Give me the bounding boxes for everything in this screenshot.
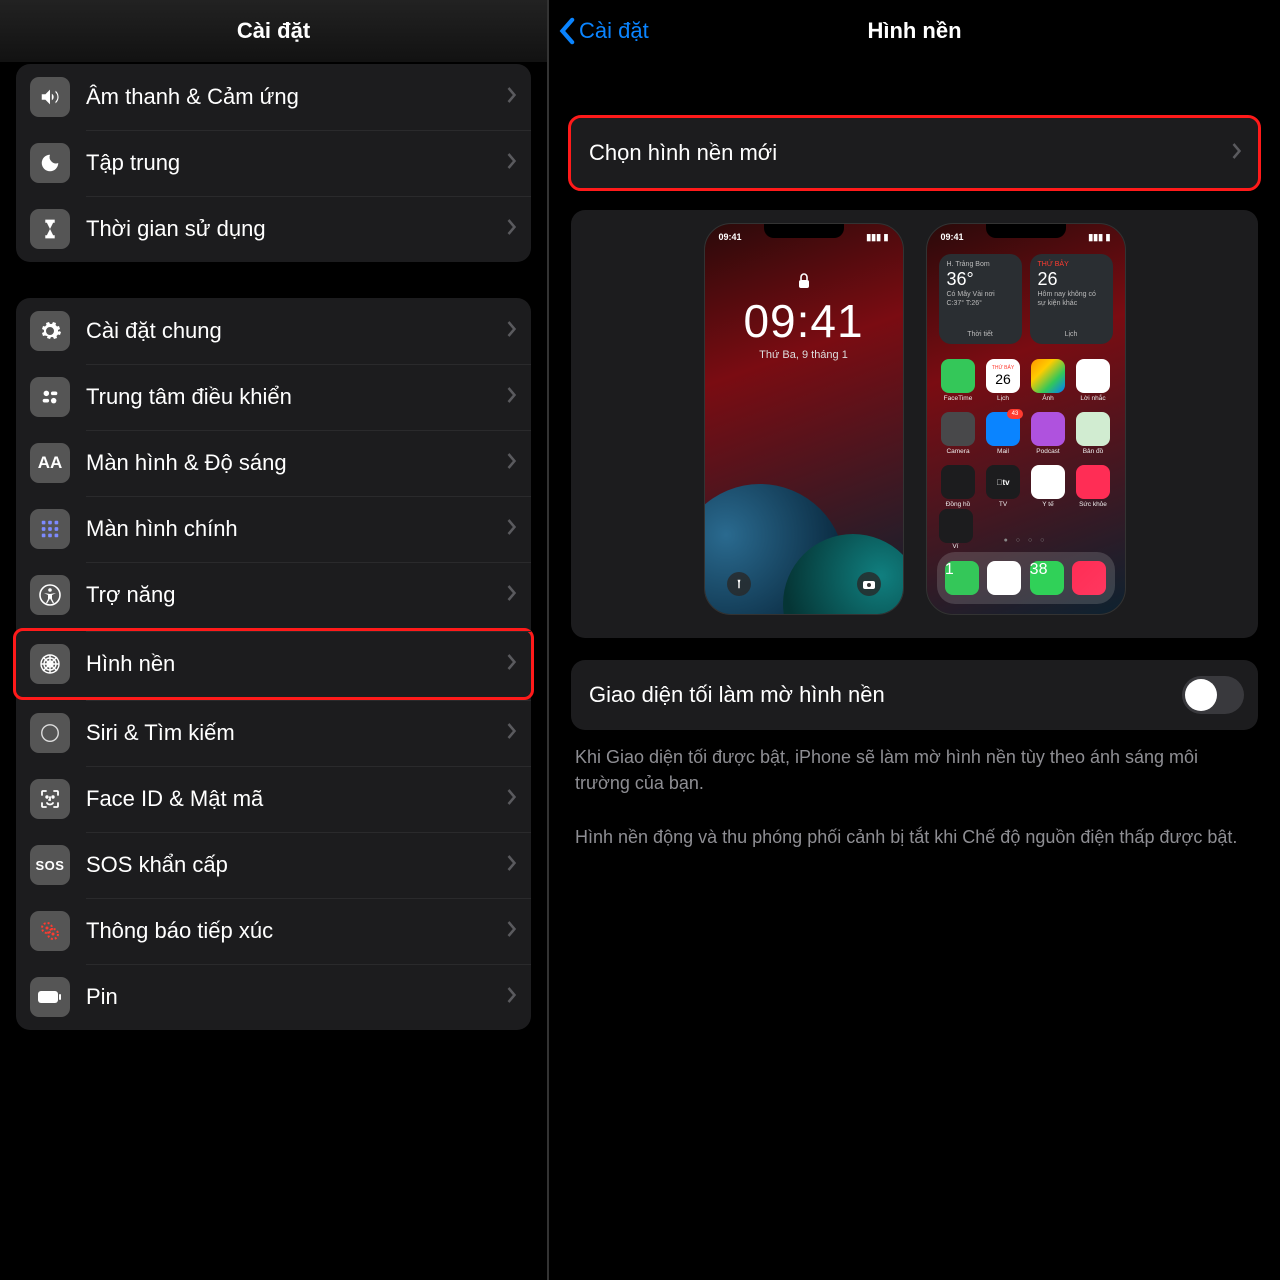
lock-icon bbox=[797, 272, 811, 295]
chevron-right-icon bbox=[506, 452, 517, 475]
homescreen-preview[interactable]: 09:41▮▮▮ ▮ H. Trảng Bom 36° Có Mây Vài n… bbox=[927, 224, 1125, 614]
chevron-right-icon bbox=[506, 986, 517, 1009]
row-home-screen[interactable]: Màn hình chính bbox=[16, 496, 531, 562]
lockscreen-preview[interactable]: 09:41▮▮▮ ▮ 09:41 Thứ Ba, 9 tháng 1 bbox=[705, 224, 903, 614]
settings-group-1: Âm thanh & Cảm ứng Tập trung Thời gian s… bbox=[16, 64, 531, 262]
chevron-right-icon bbox=[506, 386, 517, 409]
gear-icon bbox=[30, 311, 70, 351]
row-faceid[interactable]: Face ID & Mật mã bbox=[16, 766, 531, 832]
row-label: Tập trung bbox=[86, 150, 506, 176]
row-label: Hình nền bbox=[86, 651, 506, 677]
row-label: Trung tâm điều khiển bbox=[86, 384, 506, 410]
wallpaper-title: Hình nền bbox=[867, 18, 961, 44]
row-general[interactable]: Cài đặt chung bbox=[16, 298, 531, 364]
row-label: SOS khẩn cấp bbox=[86, 852, 506, 878]
row-label: Thông báo tiếp xúc bbox=[86, 918, 506, 944]
chevron-right-icon bbox=[506, 320, 517, 343]
row-label: Pin bbox=[86, 984, 506, 1010]
row-label: Màn hình & Độ sáng bbox=[86, 450, 506, 476]
row-label: Cài đặt chung bbox=[86, 318, 506, 344]
row-label: Trợ năng bbox=[86, 582, 506, 608]
camera-icon bbox=[857, 572, 881, 596]
row-display[interactable]: AA Màn hình & Độ sáng bbox=[16, 430, 531, 496]
faceid-icon bbox=[30, 779, 70, 819]
row-exposure[interactable]: Thông báo tiếp xúc bbox=[16, 898, 531, 964]
flashlight-icon bbox=[727, 572, 751, 596]
wallpaper-settings-pane: Cài đặt Hình nền Chọn hình nền mới 09:41… bbox=[549, 0, 1280, 1280]
settings-title: Cài đặt bbox=[237, 18, 310, 44]
back-label: Cài đặt bbox=[579, 18, 649, 44]
settings-group-2: Cài đặt chung Trung tâm điều khiển AA Mà… bbox=[16, 298, 531, 1030]
sos-icon: SOS bbox=[30, 845, 70, 885]
wallpaper-previews: 09:41▮▮▮ ▮ 09:41 Thứ Ba, 9 tháng 1 09:41… bbox=[571, 210, 1258, 638]
row-wallpaper[interactable]: Hình nền bbox=[13, 628, 534, 700]
choose-wallpaper-button[interactable]: Chọn hình nền mới bbox=[571, 118, 1258, 188]
row-sos[interactable]: SOS SOS khẩn cấp bbox=[16, 832, 531, 898]
row-control-center[interactable]: Trung tâm điều khiển bbox=[16, 364, 531, 430]
control-center-icon bbox=[30, 377, 70, 417]
row-focus[interactable]: Tập trung bbox=[16, 130, 531, 196]
row-battery[interactable]: Pin bbox=[16, 964, 531, 1030]
chevron-right-icon bbox=[1231, 142, 1242, 165]
footnote-2: Hình nền động và thu phóng phối cảnh bị … bbox=[571, 824, 1258, 850]
chevron-right-icon bbox=[506, 518, 517, 541]
chevron-right-icon bbox=[506, 218, 517, 241]
chevron-right-icon bbox=[506, 788, 517, 811]
row-accessibility[interactable]: Trợ năng bbox=[16, 562, 531, 628]
accessibility-icon bbox=[30, 575, 70, 615]
row-label: Âm thanh & Cảm ứng bbox=[86, 84, 506, 110]
row-label: Màn hình chính bbox=[86, 516, 506, 542]
choose-wallpaper-label: Chọn hình nền mới bbox=[589, 140, 1231, 166]
settings-header: Cài đặt bbox=[0, 0, 547, 62]
footnote-1: Khi Giao diện tối được bật, iPhone sẽ là… bbox=[571, 744, 1258, 796]
chevron-right-icon bbox=[506, 86, 517, 109]
siri-icon bbox=[30, 713, 70, 753]
lockscreen-date: Thứ Ba, 9 tháng 1 bbox=[705, 349, 903, 361]
chevron-right-icon bbox=[506, 653, 517, 676]
focus-icon bbox=[30, 143, 70, 183]
row-siri[interactable]: Siri & Tìm kiếm bbox=[16, 700, 531, 766]
row-label: Face ID & Mật mã bbox=[86, 786, 506, 812]
home-screen-icon bbox=[30, 509, 70, 549]
lockscreen-time: 09:41 bbox=[705, 294, 903, 348]
row-screentime[interactable]: Thời gian sử dụng bbox=[16, 196, 531, 262]
dim-wallpaper-toggle[interactable] bbox=[1182, 676, 1244, 714]
chevron-right-icon bbox=[506, 722, 517, 745]
chevron-right-icon bbox=[506, 584, 517, 607]
screentime-icon bbox=[30, 209, 70, 249]
calendar-widget: THỨ BẢY 26 Hôm nay không có sự kiện khác… bbox=[1030, 254, 1113, 344]
exposure-icon bbox=[30, 911, 70, 951]
display-icon: AA bbox=[30, 443, 70, 483]
row-sound[interactable]: Âm thanh & Cảm ứng bbox=[16, 64, 531, 130]
chevron-right-icon bbox=[506, 920, 517, 943]
settings-list-pane: Cài đặt Âm thanh & Cảm ứng Tập trung bbox=[0, 0, 549, 1280]
chevron-right-icon bbox=[506, 854, 517, 877]
chevron-right-icon bbox=[506, 152, 517, 175]
dock: 1 38 bbox=[937, 552, 1115, 604]
back-button[interactable]: Cài đặt bbox=[559, 17, 649, 45]
battery-icon bbox=[30, 977, 70, 1017]
sound-icon bbox=[30, 77, 70, 117]
dim-wallpaper-label: Giao diện tối làm mờ hình nền bbox=[589, 682, 1182, 708]
row-label: Thời gian sử dụng bbox=[86, 216, 506, 242]
weather-widget: H. Trảng Bom 36° Có Mây Vài nơi C:37° T:… bbox=[939, 254, 1022, 344]
wallpaper-icon bbox=[30, 644, 70, 684]
dim-wallpaper-cell: Giao diện tối làm mờ hình nền bbox=[571, 660, 1258, 730]
row-label: Siri & Tìm kiếm bbox=[86, 720, 506, 746]
